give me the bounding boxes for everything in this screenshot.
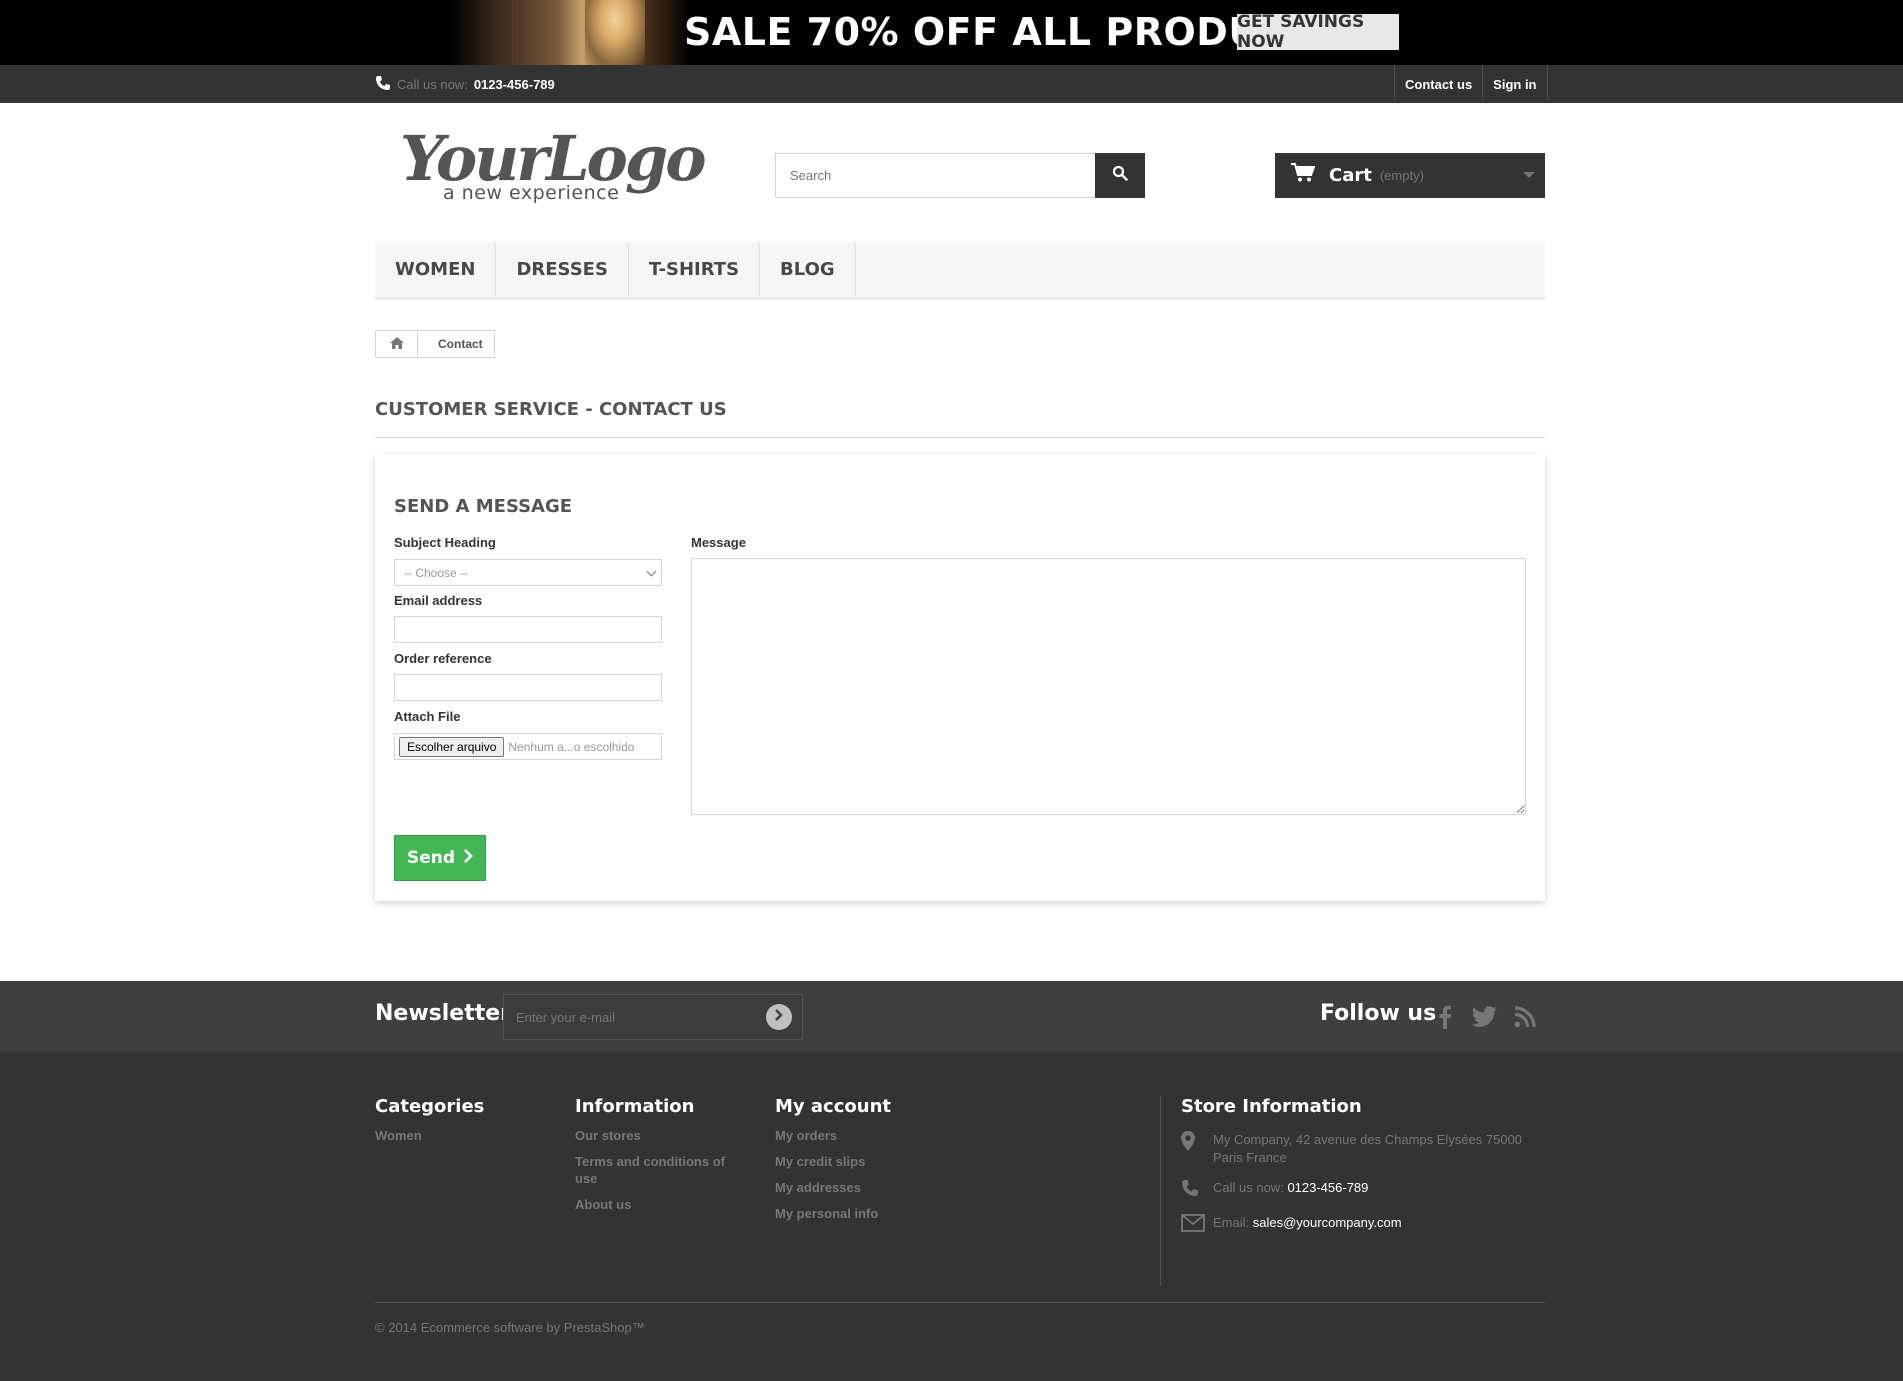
home-icon xyxy=(389,336,404,352)
arrow-right-icon xyxy=(774,1008,784,1026)
subject-label: Subject Heading xyxy=(394,535,496,550)
search-button[interactable] xyxy=(1095,153,1145,198)
follow-us-title: Follow us xyxy=(1320,1001,1437,1026)
attach-file-label: Attach File xyxy=(394,709,461,724)
store-address: My Company, 42 avenue des Champs Elysées… xyxy=(1181,1131,1545,1167)
phone-icon xyxy=(375,75,391,94)
promo-banner[interactable]: SALE 70% OFF ALL PRODUCTS GET SAVINGS NO… xyxy=(0,0,1903,65)
email-label: Email address xyxy=(394,593,483,608)
phone-icon xyxy=(1181,1179,1213,1202)
menu-item-women[interactable]: WOMEN xyxy=(375,242,497,297)
footer-categories-title: Categories xyxy=(375,1096,485,1117)
store-address-text: My Company, 42 avenue des Champs Elysées… xyxy=(1213,1132,1523,1165)
store-email: Email: sales@yourcompany.com xyxy=(1181,1214,1545,1237)
menu-item-blog[interactable]: BLOG xyxy=(760,242,856,297)
store-email-label: Email: xyxy=(1213,1215,1250,1230)
call-label: Call us now: xyxy=(397,77,468,92)
breadcrumb: Contact xyxy=(375,330,495,358)
title-divider xyxy=(375,437,1545,438)
breadcrumb-current: Contact xyxy=(438,337,483,351)
message-textarea[interactable] xyxy=(691,558,1526,815)
header-phone-number: 0123-456-789 xyxy=(473,77,555,92)
cart-status: (empty) xyxy=(1379,168,1424,183)
store-call-label: Call us now: xyxy=(1213,1180,1284,1195)
message-label: Message xyxy=(691,535,746,550)
send-button[interactable]: Send xyxy=(394,835,486,881)
newsletter-title: Newsletter xyxy=(375,1001,512,1026)
header-phone: Call us now: 0123-456-789 xyxy=(375,75,555,94)
footer-link-credit-slips[interactable]: My credit slips xyxy=(775,1153,891,1170)
top-links: Contact us Sign in xyxy=(1394,65,1548,103)
banner-model-image xyxy=(585,0,645,65)
order-reference-label: Order reference xyxy=(394,651,492,666)
store-information: Store Information My Company, 42 avenue … xyxy=(1160,1096,1545,1286)
page-title: CUSTOMER SERVICE - CONTACT US xyxy=(375,399,727,420)
chevron-right-icon xyxy=(463,848,473,868)
twitter-icon[interactable] xyxy=(1472,1004,1498,1030)
footer-account-title: My account xyxy=(775,1096,891,1117)
newsletter-email-input[interactable] xyxy=(504,1009,766,1025)
store-email-link[interactable]: sales@yourcompany.com xyxy=(1253,1214,1402,1232)
newsletter-submit-button[interactable] xyxy=(766,1004,792,1030)
get-savings-button[interactable]: GET SAVINGS NOW xyxy=(1237,12,1399,52)
menu-item-dresses[interactable]: DRESSES xyxy=(496,242,629,297)
menu-item-t-shirts[interactable]: T-SHIRTS xyxy=(629,242,761,297)
footer-link-about-us[interactable]: About us xyxy=(575,1196,735,1213)
store-phone: Call us now: 0123-456-789 xyxy=(1181,1179,1545,1202)
choose-file-button[interactable]: Escolher arquivo xyxy=(399,736,505,757)
store-phone-number: 0123-456-789 xyxy=(1287,1180,1369,1195)
main-menu: WOMEN DRESSES T-SHIRTS BLOG xyxy=(375,242,1545,300)
copyright[interactable]: © 2014 Ecommerce software by PrestaShop™ xyxy=(375,1320,645,1335)
rss-icon[interactable] xyxy=(1512,1004,1538,1030)
footer-link-women[interactable]: Women xyxy=(375,1127,484,1144)
top-nav-bar: Call us now: 0123-456-789 Contact us Sig… xyxy=(0,65,1903,103)
footer-categories: Categories Women xyxy=(375,1096,484,1153)
logo-tagline: a new experience xyxy=(443,182,620,204)
banner-photo xyxy=(450,0,690,65)
site-logo[interactable]: YourLogo a new experience xyxy=(400,122,707,207)
footer-my-account: My account My orders My credit slips My … xyxy=(775,1096,891,1231)
send-label: Send xyxy=(406,848,456,868)
store-info-title: Store Information xyxy=(1181,1096,1362,1117)
cart-icon xyxy=(1291,163,1316,188)
envelope-icon xyxy=(1181,1214,1213,1237)
cart-label: Cart xyxy=(1329,165,1372,186)
footer-link-our-stores[interactable]: Our stores xyxy=(575,1127,735,1144)
map-marker-icon xyxy=(1181,1131,1213,1156)
chevron-down-icon xyxy=(646,566,657,577)
subject-select-value: -- Choose -- xyxy=(404,565,469,580)
subject-select[interactable]: -- Choose -- xyxy=(394,559,662,586)
form-heading: SEND A MESSAGE xyxy=(394,496,573,517)
footer-link-personal-info[interactable]: My personal info xyxy=(775,1205,891,1222)
search-box xyxy=(775,153,1145,198)
file-name: Nenhum a...o escolhido xyxy=(508,739,635,754)
footer-link-addresses[interactable]: My addresses xyxy=(775,1179,891,1196)
cart-button[interactable]: Cart (empty) xyxy=(1275,153,1545,198)
footer-link-my-orders[interactable]: My orders xyxy=(775,1127,891,1144)
chevron-down-icon xyxy=(1523,172,1535,178)
sign-in-link[interactable]: Sign in xyxy=(1482,65,1548,103)
footer-divider xyxy=(375,1302,1545,1303)
search-input[interactable] xyxy=(776,154,1095,197)
newsletter-bar: Newsletter Follow us xyxy=(0,981,1903,1052)
facebook-icon[interactable] xyxy=(1432,1004,1458,1030)
order-reference-field[interactable] xyxy=(394,674,662,701)
footer-link-terms[interactable]: Terms and conditions of use xyxy=(575,1153,735,1187)
file-input: Escolher arquivo Nenhum a...o escolhido xyxy=(394,733,662,760)
breadcrumb-home[interactable] xyxy=(376,331,418,357)
footer-information: Information Our stores Terms and conditi… xyxy=(575,1096,735,1222)
site-footer: Categories Women Information Our stores … xyxy=(0,1052,1903,1381)
contact-us-link[interactable]: Contact us xyxy=(1394,65,1482,103)
email-field[interactable] xyxy=(394,616,662,643)
contact-form: SEND A MESSAGE Subject Heading -- Choose… xyxy=(375,454,1545,901)
footer-information-title: Information xyxy=(575,1096,695,1117)
newsletter-box xyxy=(503,994,803,1040)
social-links xyxy=(1432,1004,1538,1030)
search-icon xyxy=(1112,165,1128,186)
